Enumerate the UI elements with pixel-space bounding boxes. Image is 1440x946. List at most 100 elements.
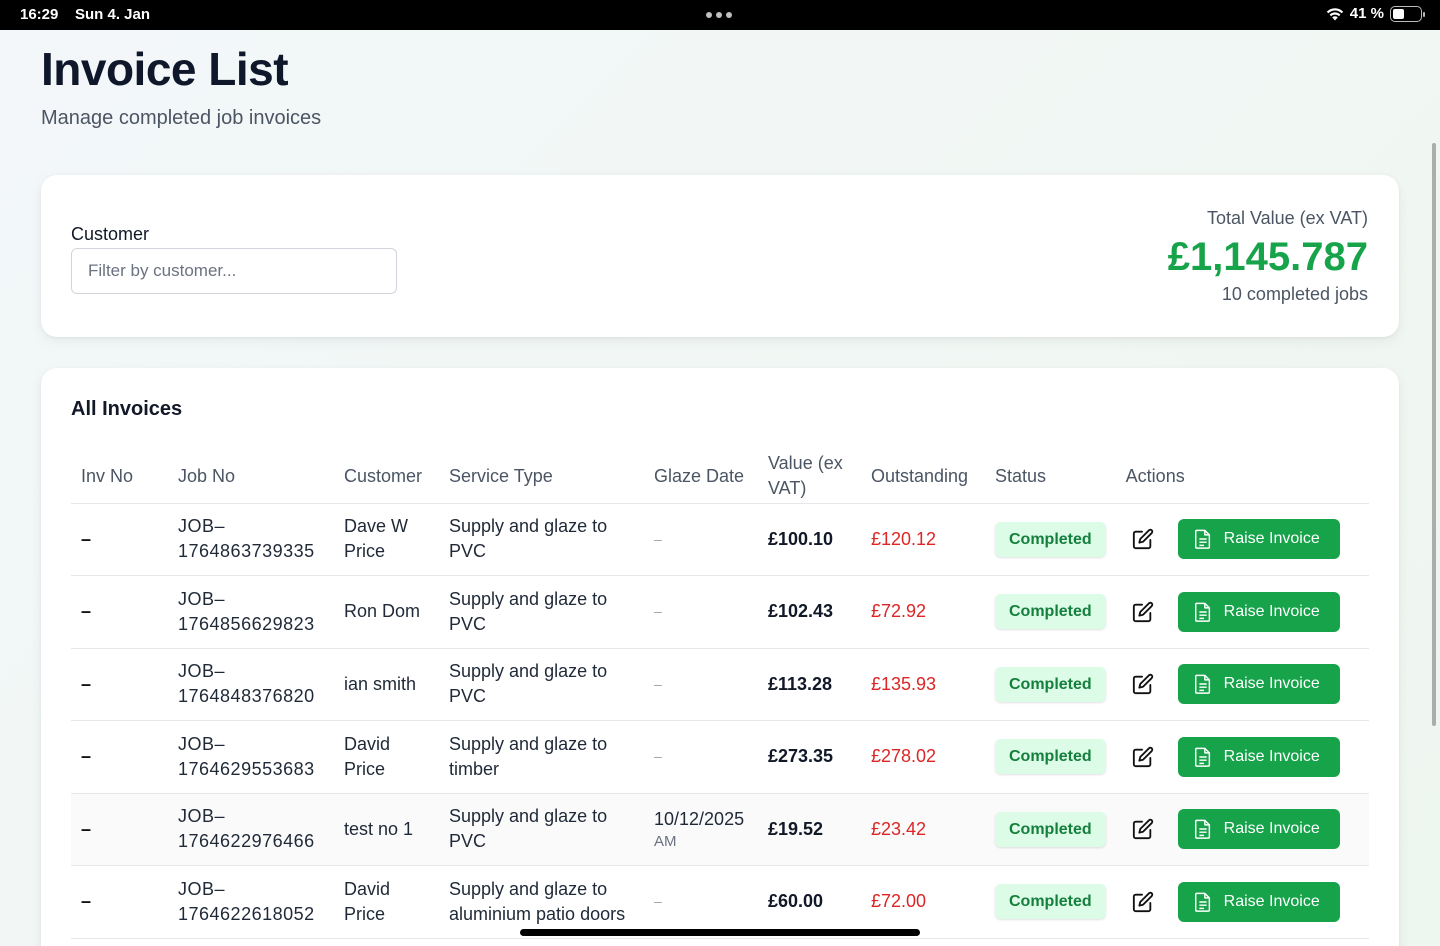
glaze-date-cell: –	[644, 503, 758, 576]
outstanding-cell: £278.02	[861, 720, 985, 794]
raise-invoice-button[interactable]: Raise Invoice	[1177, 664, 1340, 705]
actions-cell: Raise Invoice	[1115, 720, 1369, 794]
raise-invoice-button[interactable]: Raise Invoice	[1177, 591, 1340, 632]
customer-filter-input[interactable]	[71, 248, 397, 294]
status-date: Sun 4. Jan	[75, 6, 151, 23]
raise-invoice-button[interactable]: Raise Invoice	[1177, 519, 1340, 560]
raise-invoice-button[interactable]: Raise Invoice	[1177, 809, 1340, 850]
invoices-card: All Invoices Inv No Job No Customer Serv…	[41, 368, 1399, 946]
customer-cell: test no 1	[334, 793, 439, 866]
multitasking-dots-icon[interactable]	[706, 12, 732, 18]
invoices-title: All Invoices	[71, 398, 183, 420]
status-cell: Completed	[985, 648, 1116, 721]
total-value-amount: £1,145.787	[1167, 235, 1368, 279]
document-icon	[1194, 819, 1210, 840]
status-badge: Completed	[995, 666, 1106, 702]
column-header-status: Status	[985, 450, 1116, 504]
status-badge: Completed	[995, 884, 1106, 920]
raise-invoice-label: Raise Invoice	[1223, 820, 1320, 838]
job-no-cell: JOB–1764629553683	[168, 720, 334, 794]
column-header-glaze-date: Glaze Date	[644, 450, 758, 504]
service-type-cell: Supply and glaze to PVC	[439, 503, 644, 576]
raise-invoice-label: Raise Invoice	[1223, 530, 1320, 548]
inv-no-cell: –	[71, 648, 168, 721]
outstanding-cell: £23.42	[861, 793, 985, 866]
service-type-cell: Supply and glaze to PVC	[439, 575, 644, 649]
table-row[interactable]: – JOB–1764629553683 David Price Supply a…	[71, 720, 1369, 794]
status-badge: Completed	[995, 594, 1106, 630]
table-row[interactable]: – JOB–1764863739335 Dave W Price Supply …	[71, 503, 1369, 576]
battery-icon	[1390, 5, 1425, 22]
edit-icon[interactable]	[1132, 891, 1154, 913]
document-icon	[1194, 892, 1210, 912]
status-time: 16:29	[20, 6, 59, 23]
edit-icon[interactable]	[1132, 601, 1154, 623]
value-cell: £113.28	[758, 648, 861, 721]
column-header-value: Value (ex VAT)	[758, 450, 861, 504]
invoices-table: Inv No Job No Customer Service Type Glaz…	[71, 450, 1369, 939]
completed-jobs-count: 10 completed jobs	[1221, 284, 1368, 304]
status-cell: Completed	[985, 720, 1116, 794]
raise-invoice-label: Raise Invoice	[1223, 892, 1320, 910]
service-type-cell: Supply and glaze to PVC	[439, 793, 644, 866]
inv-no-cell: –	[71, 575, 168, 649]
status-badge: Completed	[995, 521, 1106, 557]
raise-invoice-label: Raise Invoice	[1223, 747, 1320, 765]
customer-cell: David Price	[334, 865, 439, 939]
status-cell: Completed	[985, 865, 1116, 939]
status-cell: Completed	[985, 793, 1116, 866]
column-header-job-no: Job No	[168, 450, 334, 504]
value-cell: £102.43	[758, 575, 861, 649]
status-badge: Completed	[995, 739, 1106, 775]
job-no-cell: JOB–1764622976466	[168, 793, 334, 866]
value-cell: £100.10	[758, 503, 861, 576]
actions-cell: Raise Invoice	[1115, 865, 1369, 939]
table-row[interactable]: – JOB–1764856629823 Ron Dom Supply and g…	[71, 575, 1369, 649]
glaze-date-cell: –	[644, 865, 758, 939]
table-row[interactable]: – JOB–1764622618052 David Price Supply a…	[71, 865, 1369, 939]
page-scrollbar[interactable]	[1432, 143, 1436, 726]
document-icon	[1194, 674, 1210, 695]
status-cell: Completed	[985, 575, 1116, 649]
customer-cell: Dave W Price	[334, 503, 439, 576]
customer-cell: ian smith	[334, 648, 439, 721]
document-icon	[1194, 602, 1210, 622]
edit-icon[interactable]	[1132, 746, 1154, 768]
customer-cell: David Price	[334, 720, 439, 794]
value-cell: £19.52	[758, 793, 861, 866]
battery-percent: 41 %	[1349, 5, 1384, 22]
outstanding-cell: £72.00	[861, 865, 985, 939]
outstanding-cell: £135.93	[861, 648, 985, 721]
value-cell: £60.00	[758, 865, 861, 939]
table-row[interactable]: – JOB–1764622976466 test no 1 Supply and…	[71, 793, 1369, 866]
job-no-cell: JOB–1764622618052	[168, 865, 334, 939]
job-no-cell: JOB–1764848376820	[168, 648, 334, 721]
glaze-date-cell: –	[644, 720, 758, 794]
status-bar: 16:29 Sun 4. Jan 41 %	[0, 0, 1440, 30]
column-header-service-type: Service Type	[439, 450, 644, 504]
column-header-outstanding: Outstanding	[861, 450, 985, 504]
raise-invoice-button[interactable]: Raise Invoice	[1177, 736, 1340, 777]
outstanding-cell: £120.12	[861, 503, 985, 576]
edit-icon[interactable]	[1132, 818, 1154, 840]
edit-icon[interactable]	[1132, 673, 1154, 695]
column-header-customer: Customer	[334, 450, 439, 504]
total-value-label: Total Value (ex VAT)	[1206, 208, 1368, 228]
edit-icon[interactable]	[1132, 528, 1154, 550]
glaze-date-cell: 10/12/2025 AM	[644, 793, 758, 866]
actions-cell: Raise Invoice	[1115, 503, 1369, 576]
raise-invoice-label: Raise Invoice	[1223, 602, 1320, 620]
service-type-cell: Supply and glaze to timber	[439, 720, 644, 794]
home-indicator[interactable]	[520, 929, 920, 936]
table-header-row: Inv No Job No Customer Service Type Glaz…	[71, 450, 1369, 504]
customer-filter-label: Customer	[71, 224, 150, 244]
inv-no-cell: –	[71, 865, 168, 939]
service-type-cell: Supply and glaze to aluminium patio door…	[439, 865, 644, 939]
service-type-cell: Supply and glaze to PVC	[439, 648, 644, 721]
table-row[interactable]: – JOB–1764848376820 ian smith Supply and…	[71, 648, 1369, 721]
status-badge: Completed	[995, 811, 1106, 847]
page-subtitle: Manage completed job invoices	[41, 107, 322, 129]
raise-invoice-button[interactable]: Raise Invoice	[1177, 881, 1340, 922]
actions-cell: Raise Invoice	[1115, 575, 1369, 649]
raise-invoice-label: Raise Invoice	[1223, 675, 1320, 693]
